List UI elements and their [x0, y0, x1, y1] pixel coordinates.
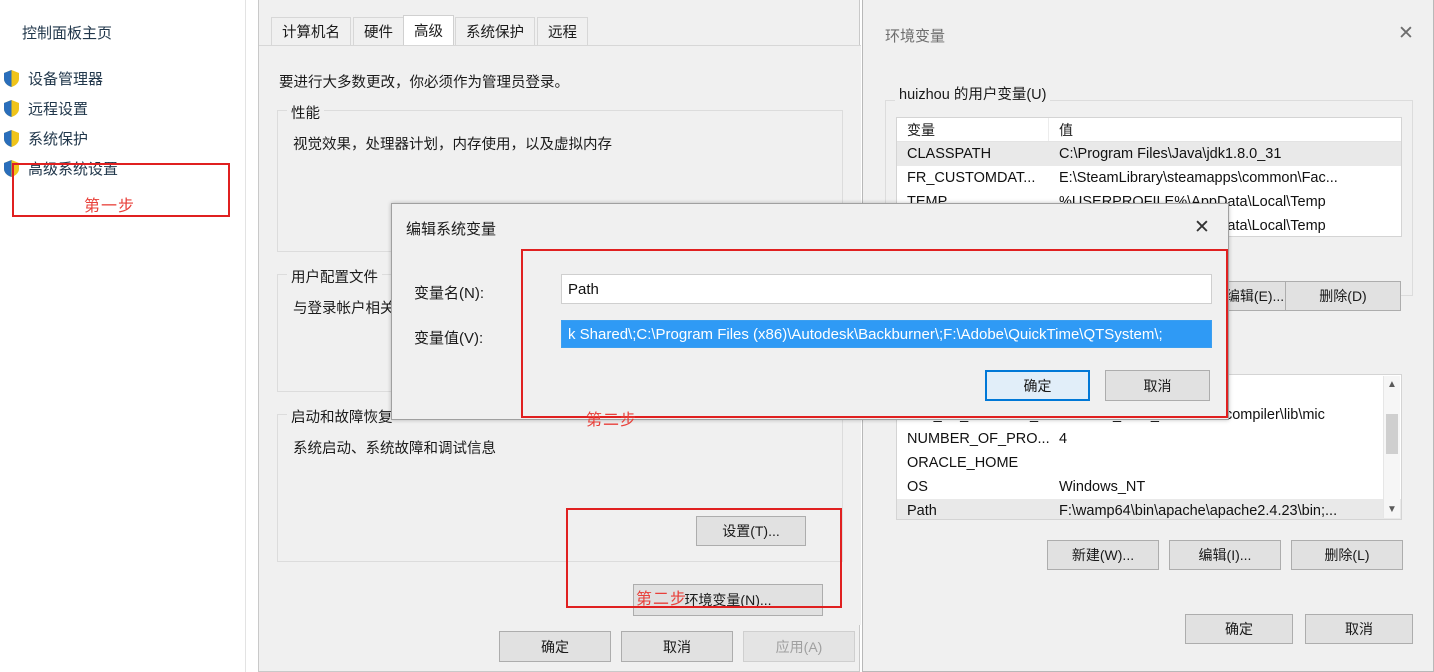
tab-label: 硬件	[364, 25, 393, 41]
ok-button[interactable]: 确定	[499, 631, 611, 662]
user-profile-group-title: 用户配置文件	[287, 266, 382, 287]
performance-group-title: 性能	[287, 102, 324, 123]
tab-hardware[interactable]: 硬件	[353, 17, 404, 45]
tab-label: 高级	[414, 24, 443, 40]
variable-name: FR_CUSTOMDAT...	[907, 170, 1036, 186]
annotation-box-dialog	[521, 249, 1228, 418]
annotation-step-two-dialog: 第二步	[586, 412, 638, 429]
system-properties-tabs: 计算机名 硬件 高级 系统保护 远程	[259, 15, 861, 45]
tab-label: 远程	[548, 25, 577, 41]
shield-icon	[4, 129, 19, 147]
sidebar-item-label: 系统保护	[28, 130, 89, 148]
annotation-box-env-button	[566, 508, 842, 608]
table-row[interactable]: CLASSPATH C:\Program Files\Java\jdk1.8.0…	[897, 142, 1401, 166]
dialog-title: 编辑系统变量	[406, 221, 497, 238]
annotation-step-two-env: 第二步	[636, 591, 688, 608]
apply-button: 应用(A)	[743, 631, 855, 662]
system-delete-button[interactable]: 删除(L)	[1291, 540, 1403, 570]
variable-name: Path	[907, 503, 937, 519]
env-cancel-button[interactable]: 取消	[1305, 614, 1413, 644]
sidebar-item-system-protection[interactable]: 系统保护	[4, 126, 88, 150]
scrollbar-thumb[interactable]	[1386, 414, 1398, 454]
sidebar-item-remote-settings[interactable]: 远程设置	[4, 96, 88, 120]
env-window-title: 环境变量	[885, 28, 946, 45]
shield-icon	[4, 99, 19, 117]
table-row[interactable]: NUMBER_OF_PRO... 4	[897, 427, 1401, 451]
annotation-step-one: 第一步	[84, 198, 136, 215]
system-list-scrollbar[interactable]: ▲ ▼	[1383, 376, 1400, 518]
tab-label: 系统保护	[466, 25, 524, 41]
variable-value: C:\Program Files\Java\jdk1.8.0_31	[1059, 146, 1282, 162]
performance-description: 视觉效果，处理器计划，内存使用，以及虚拟内存	[293, 137, 612, 153]
variable-name: CLASSPATH	[907, 146, 992, 162]
user-delete-button[interactable]: 删除(D)	[1285, 281, 1401, 311]
chevron-down-icon[interactable]: ▼	[1384, 501, 1400, 518]
startup-recovery-description: 系统启动、系统故障和调试信息	[293, 441, 496, 457]
tab-advanced[interactable]: 高级	[403, 15, 454, 45]
sidebar-item-label: 远程设置	[28, 100, 89, 118]
variable-value-label: 变量值(V):	[414, 330, 484, 347]
variable-name: OS	[907, 479, 928, 495]
user-profile-description: 与登录帐户相关	[293, 301, 395, 317]
tab-system-protection[interactable]: 系统保护	[455, 17, 535, 45]
variable-value: E:\SteamLibrary\steamapps\common\Fac...	[1059, 170, 1338, 186]
table-row[interactable]: OS Windows_NT	[897, 475, 1401, 499]
column-header-variable: 变量	[897, 118, 1049, 141]
system-new-button[interactable]: 新建(W)...	[1047, 540, 1159, 570]
column-header-value: 值	[1059, 121, 1073, 138]
chevron-up-icon[interactable]: ▲	[1384, 376, 1400, 393]
sidebar-item-label: 设备管理器	[28, 70, 104, 88]
close-icon[interactable]: ✕	[1184, 213, 1220, 241]
startup-recovery-group-title: 启动和故障恢复	[287, 406, 397, 427]
table-row[interactable]: ORACLE_HOME	[897, 451, 1401, 475]
variable-value: Windows_NT	[1059, 479, 1146, 495]
variable-name: ORACLE_HOME	[907, 455, 1019, 471]
sidebar-item-device-manager[interactable]: 设备管理器	[4, 66, 103, 90]
admin-note: 要进行大多数更改，你必须作为管理员登录。	[279, 75, 569, 91]
shield-icon	[4, 69, 19, 87]
table-row[interactable]: Path F:\wamp64\bin\apache\apache2.4.23\b…	[897, 499, 1401, 519]
variable-value: 4	[1059, 431, 1068, 447]
variable-value: F:\wamp64\bin\apache\apache2.4.23\bin;..…	[1059, 503, 1338, 519]
sidebar-divider	[245, 0, 246, 672]
user-variables-group-title: huizhou 的用户变量(U)	[895, 83, 1051, 104]
close-icon[interactable]: ✕	[1389, 20, 1423, 46]
env-ok-button[interactable]: 确定	[1185, 614, 1293, 644]
tab-remote[interactable]: 远程	[537, 17, 588, 45]
cancel-button[interactable]: 取消	[621, 631, 733, 662]
variable-name: NUMBER_OF_PRO...	[907, 431, 1049, 447]
tab-label: 计算机名	[282, 25, 340, 41]
system-edit-button[interactable]: 编辑(I)...	[1169, 540, 1281, 570]
tab-computer-name[interactable]: 计算机名	[271, 17, 351, 45]
variable-name-label: 变量名(N):	[414, 285, 484, 302]
user-variables-header: 变量 值	[897, 118, 1401, 142]
sidebar-control-panel-home[interactable]: 控制面板主页	[22, 22, 112, 43]
table-row[interactable]: FR_CUSTOMDAT... E:\SteamLibrary\steamapp…	[897, 166, 1401, 190]
control-panel-sidebar: 控制面板主页 设备管理器 远程设置 系统保护 高级系统设置 第一步	[0, 0, 246, 672]
